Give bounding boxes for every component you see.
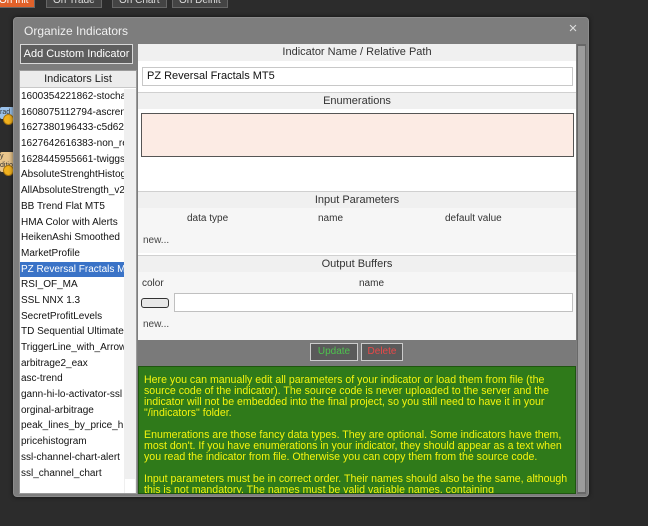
list-scrollbar-thumb[interactable]: [125, 479, 135, 493]
list-item[interactable]: peak_lines_by_price_h: [20, 418, 126, 434]
list-scrollbar[interactable]: [124, 89, 136, 493]
list-item[interactable]: 1600354221862-stochastic: [20, 89, 126, 105]
editor-scrollbar-thumb[interactable]: [578, 46, 585, 492]
help-paragraph: Here you can manually edit all parameter…: [144, 374, 549, 419]
new-input-param-link[interactable]: new...: [143, 235, 169, 246]
section-enumerations: Enumerations: [138, 92, 576, 109]
editor-scrollbar[interactable]: [577, 44, 586, 494]
column-buffer-name: name: [359, 278, 385, 289]
list-item[interactable]: SSL NNX 1.3: [20, 293, 126, 309]
list-item[interactable]: BB Trend Flat MT5: [20, 199, 126, 215]
dialog-title: Organize Indicators: [24, 24, 129, 38]
buffer-color-picker[interactable]: [141, 298, 169, 308]
list-item[interactable]: PZ Reversal Fractals MT5: [20, 261, 126, 278]
indicator-path-field[interactable]: PZ Reversal Fractals MT5: [142, 67, 573, 86]
tab-on-chart[interactable]: On Chart: [112, 0, 167, 8]
section-output-buffers: Output Buffers: [138, 255, 576, 272]
list-item[interactable]: 1608075112794-ascrend: [20, 105, 126, 121]
new-output-buffer-link[interactable]: new...: [143, 319, 169, 330]
section-name-path: Indicator Name / Relative Path: [138, 44, 576, 61]
add-custom-indicator-button[interactable]: Add Custom Indicator: [20, 44, 133, 64]
action-bar: Update Delete: [138, 340, 576, 366]
column-data-type: data type: [187, 213, 229, 224]
close-icon[interactable]: ×: [566, 21, 580, 36]
tab-on-trade[interactable]: On Trade: [46, 0, 102, 8]
list-item[interactable]: MarketProfile: [20, 246, 126, 262]
list-item[interactable]: ssl_channel_chart: [20, 466, 126, 482]
indicators-list: 1600354221862-stochastic1608075112794-as…: [20, 89, 126, 481]
indicators-list-panel: Indicators List 1600354221862-stochastic…: [19, 70, 137, 494]
list-item[interactable]: TriggerLine_with_Arrows: [20, 340, 126, 356]
list-item[interactable]: HMA Color with Alerts: [20, 215, 126, 231]
update-button[interactable]: Update: [310, 343, 358, 361]
list-item[interactable]: 1627380196433-c5d62: [20, 120, 126, 136]
list-item[interactable]: asc-trend: [20, 371, 126, 387]
help-paragraph: Enumerations are those fancy data types.…: [144, 429, 562, 463]
help-text-box: Here you can manually edit all parameter…: [138, 366, 576, 494]
column-default-value: default value: [445, 213, 502, 224]
delete-button[interactable]: Delete: [361, 343, 403, 361]
list-item[interactable]: HeikenAshi Smoothed: [20, 230, 126, 246]
list-item[interactable]: ssl-channel-chart-alert: [20, 450, 126, 466]
list-item[interactable]: orginal-arbitrage: [20, 403, 126, 419]
section-input-parameters: Input Parameters: [138, 191, 576, 208]
buffer-name-field[interactable]: [174, 293, 573, 312]
list-item[interactable]: SecretProfitLevels: [20, 309, 126, 325]
column-name: name: [318, 213, 344, 224]
help-paragraph: Input parameters must be in correct orde…: [144, 473, 568, 494]
column-color: color: [142, 278, 164, 289]
enumerations-textarea[interactable]: [141, 113, 574, 157]
list-item[interactable]: gann-hi-lo-activator-ssl: [20, 387, 126, 403]
list-item[interactable]: RSI_OF_MA: [20, 277, 126, 293]
top-tab-bar: On Init On Trade On Chart On Deinit: [0, 0, 240, 9]
organize-indicators-dialog: Organize Indicators × Add Custom Indicat…: [13, 17, 589, 497]
list-item[interactable]: 1628445955661-twiggs: [20, 152, 126, 168]
list-item[interactable]: 1627642616383-non_repaint: [20, 136, 126, 152]
indicators-list-header: Indicators List: [20, 71, 136, 88]
list-item[interactable]: pricehistogram: [20, 434, 126, 450]
list-item[interactable]: arbitrage2_eax: [20, 356, 126, 372]
tab-on-init[interactable]: On Init: [0, 0, 36, 8]
background-panel: [590, 0, 648, 526]
list-item[interactable]: AllAbsoluteStrength_v2: [20, 183, 126, 199]
list-item[interactable]: TD Sequential Ultimate: [20, 324, 126, 340]
indicator-editor: Indicator Name / Relative Path PZ Revers…: [138, 44, 576, 494]
list-item[interactable]: AbsoluteStrenghtHistogram: [20, 167, 126, 183]
tab-on-deinit[interactable]: On Deinit: [172, 0, 228, 8]
